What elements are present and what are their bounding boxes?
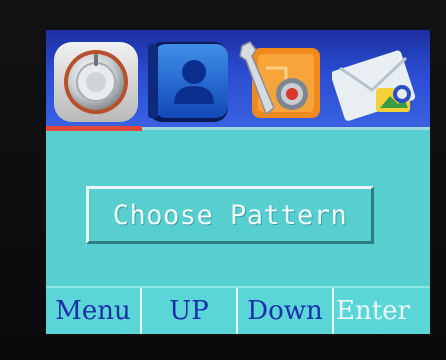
enter-button[interactable]: Enter [334,288,430,334]
lcd-screen: Choose Pattern Menu UP Down Enter [46,30,430,334]
icon-bar [46,30,430,130]
selection-indicator [46,126,142,131]
page-title: Choose Pattern [112,199,348,231]
settings-tools-icon[interactable] [236,38,324,124]
contacts-icon[interactable] [144,38,232,124]
up-button[interactable]: UP [142,288,238,334]
device-bezel: Choose Pattern Menu UP Down Enter [0,0,446,360]
menu-button[interactable]: Menu [46,288,142,334]
divider [142,127,430,130]
title-box: Choose Pattern [86,186,374,244]
dial-knob-icon[interactable] [52,38,140,124]
mail-icon[interactable] [332,38,420,124]
softkey-bar: Menu UP Down Enter [46,286,430,334]
down-button[interactable]: Down [238,288,334,334]
